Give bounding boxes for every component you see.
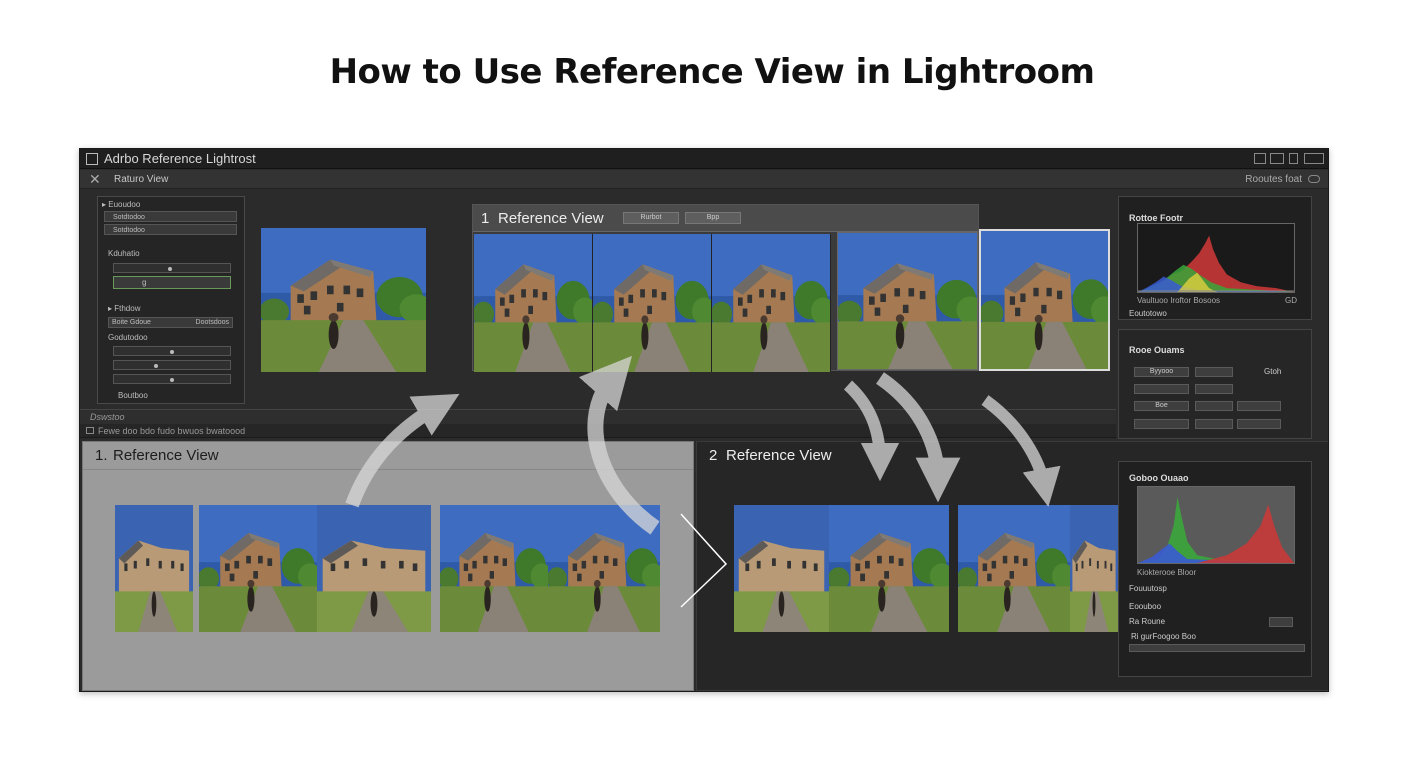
histogram-caption: Vaultuoo Iroftor Bosoos GD bbox=[1137, 296, 1297, 305]
view-mode-label[interactable]: Raturo View bbox=[114, 170, 168, 189]
reference-button[interactable]: Rurbot bbox=[623, 212, 679, 224]
adjust-button-4[interactable]: Boe bbox=[1134, 401, 1189, 411]
histogram-chart bbox=[1137, 223, 1295, 293]
photo-thumbnail[interactable] bbox=[837, 232, 978, 370]
panel-row-2[interactable]: Eoouboo bbox=[1129, 602, 1161, 611]
view-toolbar: ✕ Raturo View Rooutes foat bbox=[80, 170, 1328, 189]
panel-footer[interactable]: Boutboo bbox=[118, 391, 240, 401]
window-title: Adrbo Reference Lightrost bbox=[104, 151, 256, 166]
panel-row-3[interactable]: Ra Roune bbox=[1129, 617, 1165, 626]
panel-footer-label[interactable]: Eoutotowo bbox=[1129, 309, 1167, 318]
panel-row-4[interactable]: Ri gurFoogoo Boo bbox=[1131, 632, 1196, 641]
reference-view-title: Reference View bbox=[498, 210, 604, 227]
preset-select[interactable]: Sotdtodoo bbox=[104, 211, 237, 222]
app-icon bbox=[86, 153, 98, 165]
slider-3[interactable] bbox=[113, 360, 231, 370]
adjust-button-6[interactable] bbox=[1237, 401, 1281, 411]
histogram-panel: Rottoe Footr Vaultuoo Iroftor Bosoos GD E… bbox=[1118, 196, 1312, 320]
photo-strip-1 bbox=[115, 505, 660, 632]
close-icon[interactable]: ✕ bbox=[89, 172, 101, 186]
panel-row-1[interactable]: Fouuutosp bbox=[1129, 584, 1167, 593]
photo-strip-2 bbox=[734, 505, 1124, 632]
reference-view-1-title: Reference View bbox=[113, 447, 219, 464]
panel-header[interactable]: ▸ Euoudoo bbox=[102, 200, 240, 210]
photo-thumbnail[interactable] bbox=[734, 505, 829, 632]
preset-select-2[interactable]: Sotdtodoo bbox=[104, 224, 237, 235]
maximize-icon[interactable] bbox=[1304, 153, 1324, 164]
page-title: How to Use Reference View in Lightroom bbox=[329, 52, 1095, 92]
photo-thumbnail[interactable] bbox=[593, 234, 712, 372]
toolbar-right-label[interactable]: Rooutes foat bbox=[1245, 170, 1302, 189]
photo-thumbnail[interactable] bbox=[474, 234, 593, 372]
photo-thumbnail[interactable] bbox=[317, 505, 431, 632]
photo-thumbnail-selected[interactable] bbox=[979, 229, 1110, 371]
minimize-icon[interactable] bbox=[1289, 153, 1298, 164]
photo-thumbnail[interactable] bbox=[548, 505, 660, 632]
option-field[interactable]: Boite Gdoue Dootsdoos bbox=[108, 317, 233, 328]
photo-thumbnail[interactable] bbox=[829, 505, 949, 632]
photo-thumbnail[interactable] bbox=[440, 505, 548, 632]
photo-thumbnail[interactable] bbox=[712, 234, 831, 372]
title-bar: Adrbo Reference Lightrost bbox=[80, 149, 1328, 169]
adjustments-title: Rooe Ouams bbox=[1129, 345, 1185, 355]
filter-icon[interactable] bbox=[86, 427, 94, 434]
section-label-3: Godutodoo bbox=[108, 333, 148, 342]
adjust-button-9[interactable] bbox=[1237, 419, 1281, 429]
reference-view-1-header: 1. Reference View bbox=[83, 442, 693, 470]
reference-photo-strip bbox=[474, 234, 831, 372]
photo-thumbnail[interactable] bbox=[261, 228, 426, 372]
histogram-title: Rottoe Footr bbox=[1129, 213, 1183, 223]
left-panel: ▸ Euoudoo Sotdtodoo Sotdtodoo Kduhatio g… bbox=[97, 196, 245, 404]
photo-thumbnail[interactable] bbox=[115, 505, 193, 632]
slider-track[interactable] bbox=[1129, 644, 1305, 652]
slider-2[interactable] bbox=[113, 346, 231, 356]
photo-thumbnail[interactable] bbox=[1070, 505, 1118, 632]
photo-thumbnail[interactable] bbox=[199, 505, 317, 632]
color-histogram-title: Goboo Ouaao bbox=[1129, 473, 1189, 483]
value-box[interactable] bbox=[1269, 617, 1293, 627]
filter-bar[interactable]: Fewe doo bdo fudo bwuos bwatoood bbox=[80, 424, 1116, 438]
reference-view-header: 1 Reference View Rurbot Bpp bbox=[473, 205, 978, 232]
toggle-icon[interactable] bbox=[1308, 175, 1320, 183]
slider-4[interactable] bbox=[113, 374, 231, 384]
option-button[interactable]: Bpp bbox=[685, 212, 741, 224]
reference-view-2-title: Reference View bbox=[726, 447, 832, 464]
photo-thumbnail[interactable] bbox=[958, 505, 1070, 632]
compare-icon[interactable] bbox=[1270, 153, 1284, 164]
color-histogram-chart bbox=[1137, 486, 1295, 564]
adjust-button-3[interactable] bbox=[1195, 384, 1233, 394]
reference-view-panel-1: 1. Reference View bbox=[82, 441, 694, 691]
grid-icon[interactable] bbox=[1254, 153, 1266, 164]
color-histogram-caption: Kiokterooe Bloor bbox=[1137, 568, 1197, 577]
lightroom-window: Adrbo Reference Lightrost ✕ Raturo View … bbox=[79, 148, 1329, 692]
page: How to Use Reference View in Lightroom A… bbox=[0, 0, 1408, 768]
adjust-label: Gtoh bbox=[1264, 367, 1282, 376]
adjust-slider-1[interactable] bbox=[1134, 384, 1189, 394]
adjust-button-7[interactable] bbox=[1134, 419, 1189, 429]
adjust-button-2[interactable] bbox=[1195, 367, 1233, 377]
value-field[interactable]: g bbox=[113, 276, 231, 289]
section-label: Kduhatio bbox=[108, 249, 140, 258]
color-histogram-panel: Goboo Ouaao Kiokterooe Bloor Fouuutosp E… bbox=[1118, 461, 1312, 677]
collapse-bar[interactable]: Dswstoo bbox=[80, 409, 1116, 424]
adjust-button-8[interactable] bbox=[1195, 419, 1233, 429]
section-label-2: ▸ Fthdow bbox=[108, 304, 141, 313]
slider-1[interactable] bbox=[113, 263, 231, 273]
adjustments-panel: Rooe Ouams Byyooo Gtoh Boe bbox=[1118, 329, 1312, 439]
adjust-button-1[interactable]: Byyooo bbox=[1134, 367, 1189, 377]
adjust-button-5[interactable] bbox=[1195, 401, 1233, 411]
